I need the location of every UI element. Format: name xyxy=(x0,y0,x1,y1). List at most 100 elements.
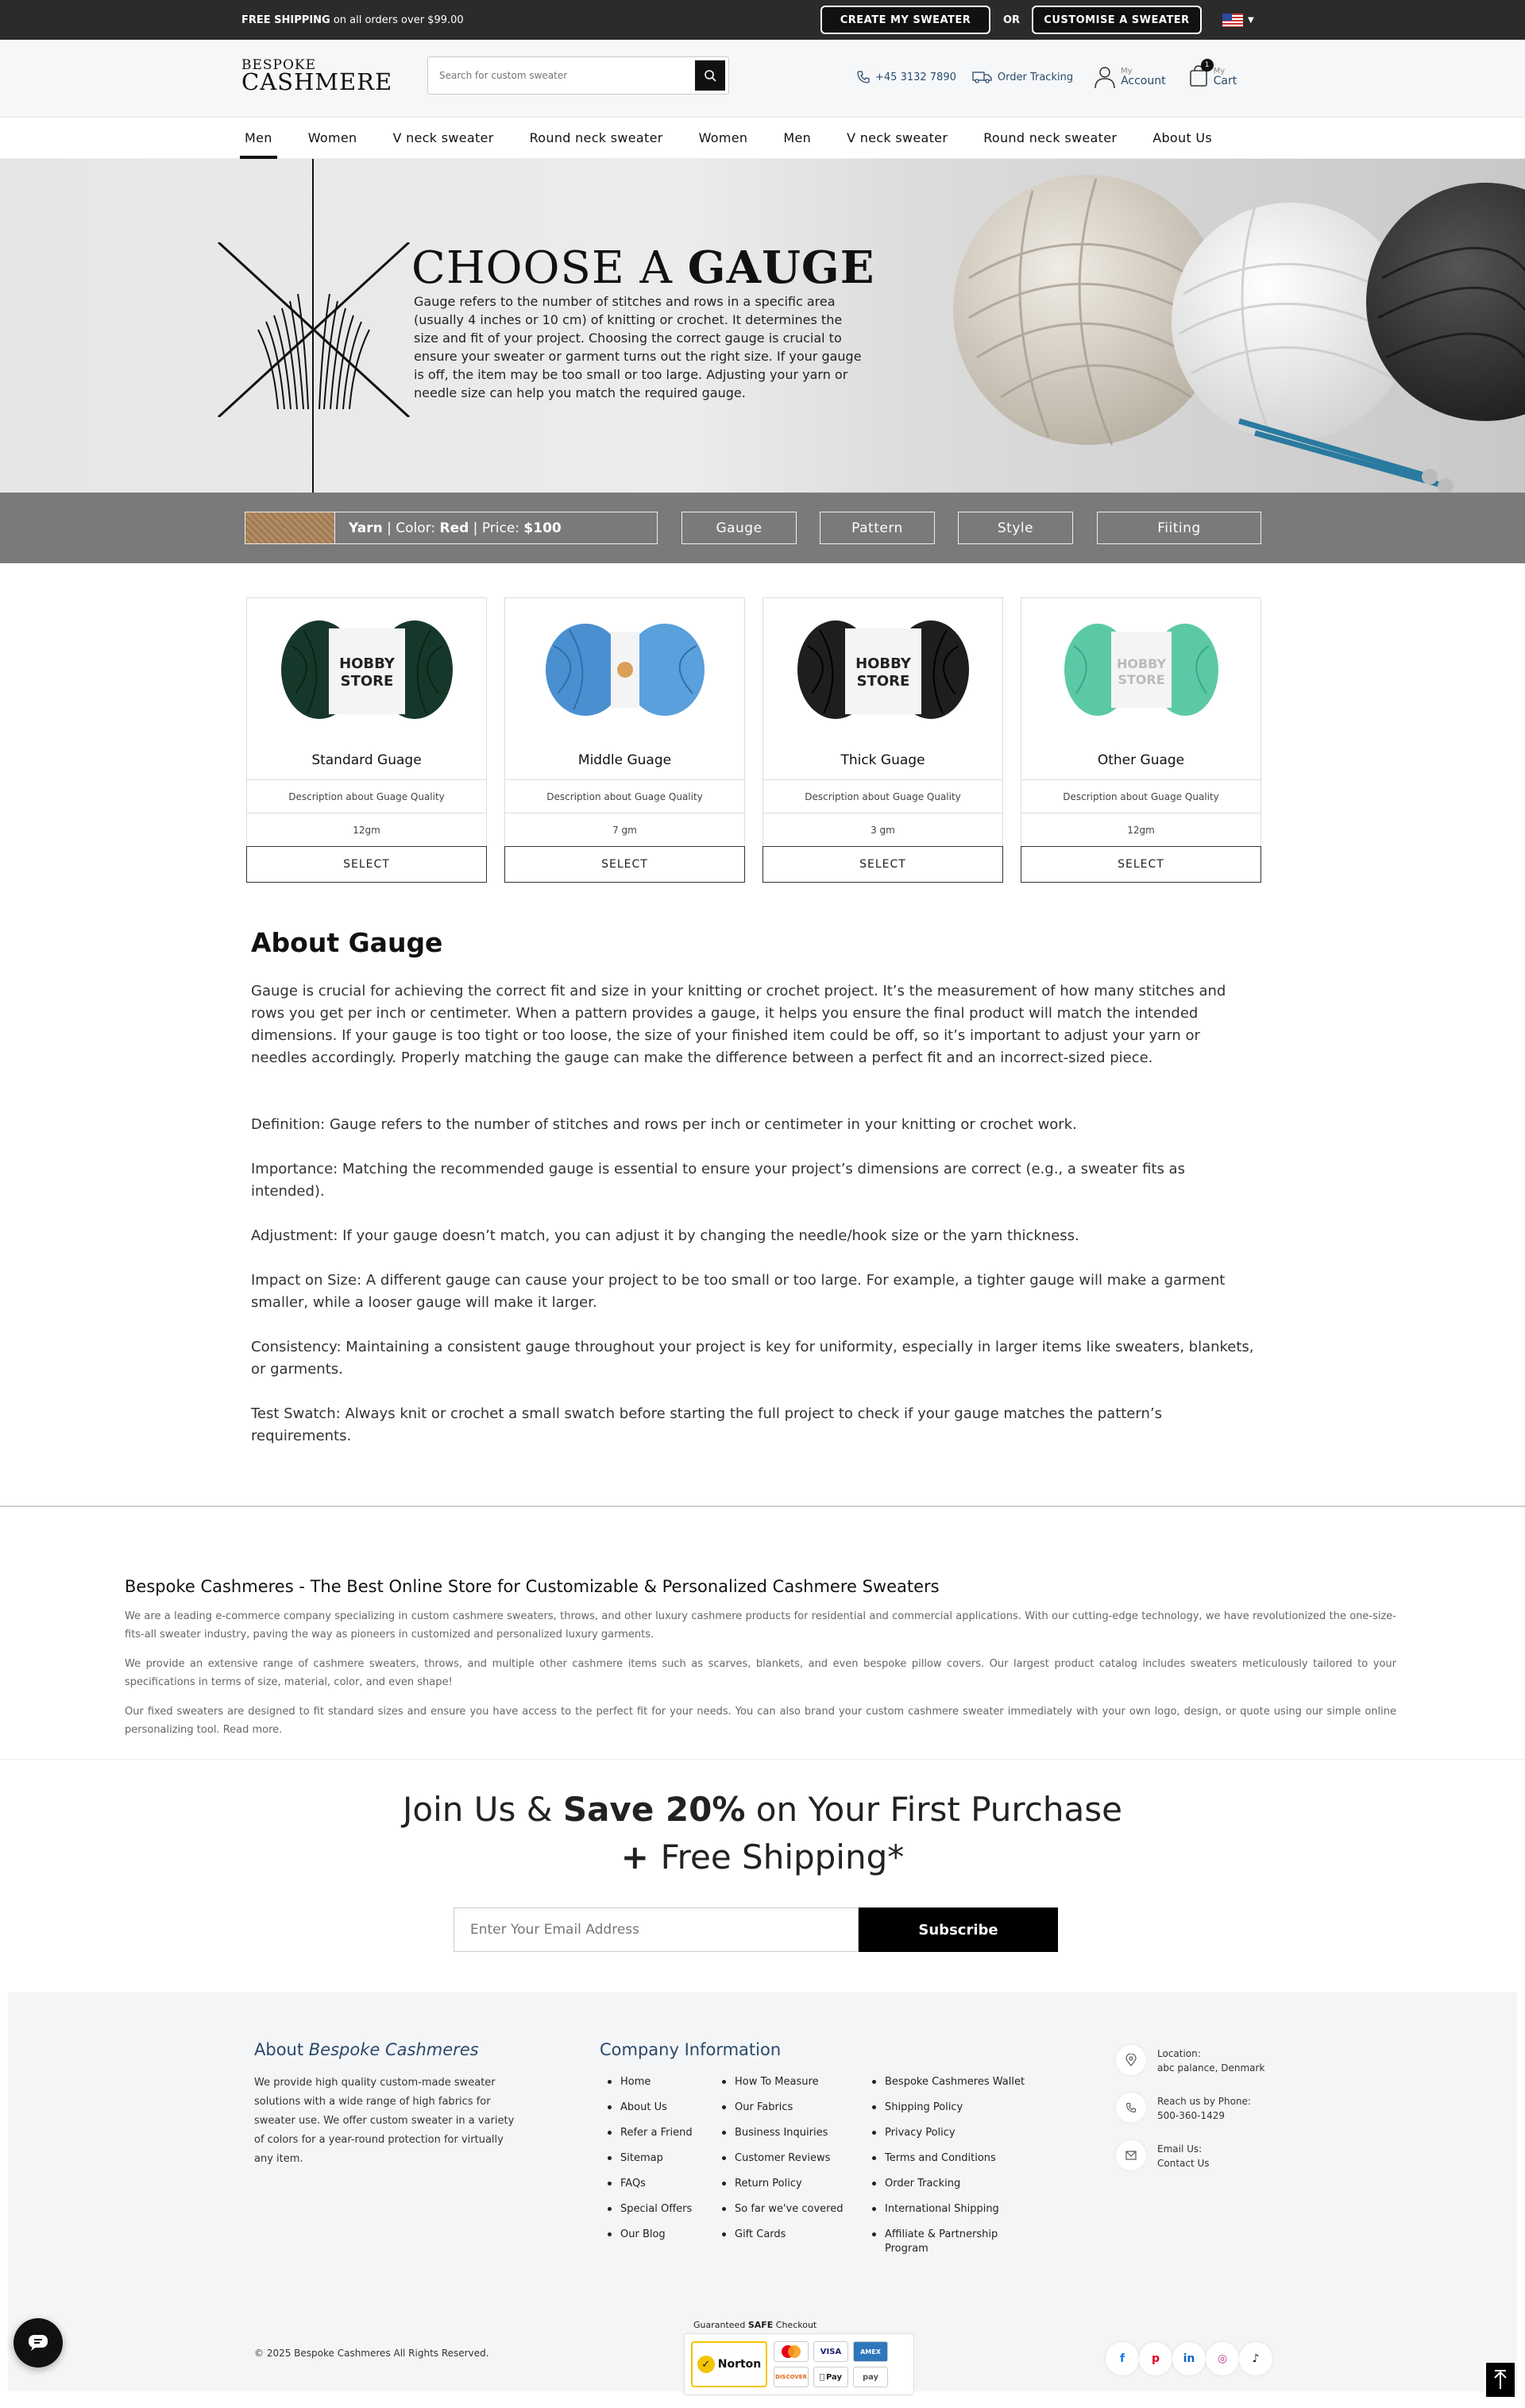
select-button[interactable]: SELECT xyxy=(762,846,1003,883)
select-button[interactable]: SELECT xyxy=(504,846,745,883)
yarn-product-image: HOBBY STORE xyxy=(763,598,1002,741)
style-option-button[interactable]: Style xyxy=(958,512,1073,544)
discover-icon: DISCOVER xyxy=(774,2367,809,2387)
product-weight: 3 gm xyxy=(763,813,1002,846)
search-bar xyxy=(427,56,729,95)
contact-info: Location: abc palance, Denmark Reach us b… xyxy=(1116,2045,1264,2188)
footer-about-text: We provide high quality custom-made swea… xyxy=(254,2077,515,2165)
newsletter-form: Subscribe xyxy=(454,1907,1058,1952)
facebook-icon[interactable]: f xyxy=(1106,2342,1139,2375)
product-card: HOBBY STORE Thick Guage Description abou… xyxy=(762,597,1003,883)
contact-us-link[interactable]: Contact Us xyxy=(1157,2156,1210,2170)
chat-icon xyxy=(29,2335,48,2351)
pinterest-icon[interactable]: p xyxy=(1139,2342,1172,2375)
footer-link-offers[interactable]: Special Offers xyxy=(608,2202,693,2228)
location-label: Location: xyxy=(1157,2048,1201,2059)
footer-link-shipping[interactable]: Shipping Policy xyxy=(872,2101,1031,2126)
nav-item-women-2[interactable]: Women xyxy=(699,118,748,159)
contact-email: Email Us: Contact Us xyxy=(1116,2140,1264,2170)
footer-links-col-2: How To Measure Our Fabrics Business Inqu… xyxy=(722,2075,844,2253)
email-field[interactable] xyxy=(454,1907,859,1952)
nav-item-v-neck-2[interactable]: V neck sweater xyxy=(847,118,948,159)
product-weight: 7 gm xyxy=(505,813,744,846)
nav-item-men[interactable]: Men xyxy=(240,118,277,159)
payment-cards: VISA AMEX DISCOVER Pay pay xyxy=(774,2341,888,2387)
hero-description: Gauge refers to the number of stitches a… xyxy=(414,294,862,400)
fitting-option-button[interactable]: Fiiting xyxy=(1097,512,1261,544)
footer-link-privacy[interactable]: Privacy Policy xyxy=(872,2126,1031,2151)
customise-sweater-button[interactable]: CUSTOMISE A SWEATER xyxy=(1032,6,1202,34)
product-title: Standard Guage xyxy=(311,752,422,768)
hero-title: CHOOSE A GAUGE xyxy=(411,242,875,294)
nav-item-about-us[interactable]: About Us xyxy=(1152,118,1212,159)
account-link[interactable]: My Account xyxy=(1094,65,1166,89)
phone-number: +45 3132 7890 xyxy=(875,71,956,83)
chevron-down-icon: ▼ xyxy=(1248,15,1254,25)
company-info-title: Company Information xyxy=(600,2040,782,2059)
footer-link-blog[interactable]: Our Blog xyxy=(608,2228,693,2253)
linkedin-icon[interactable]: in xyxy=(1172,2342,1206,2375)
product-description: Description about Guage Quality xyxy=(1021,779,1261,813)
phone-link[interactable]: +45 3132 7890 xyxy=(856,70,956,84)
footer-link-fabrics[interactable]: Our Fabrics xyxy=(722,2101,844,2126)
scroll-to-top-button[interactable] xyxy=(1484,2361,1516,2398)
nav-item-women[interactable]: Women xyxy=(308,118,357,159)
footer-link-about[interactable]: About Us xyxy=(608,2101,693,2126)
gauge-fact: Adjustment: If your gauge doesn’t match,… xyxy=(251,1227,1079,1244)
footer-link-affiliate[interactable]: Affiliate & Partnership Program xyxy=(872,2228,1031,2256)
product-title: Middle Guage xyxy=(577,752,672,768)
gauge-option-button[interactable]: Gauge xyxy=(681,512,797,544)
phone-icon xyxy=(1116,2093,1146,2123)
svg-text:HOBBY: HOBBY xyxy=(339,655,396,672)
footer-links-col-3: Bespoke Cashmeres Wallet Shipping Policy… xyxy=(872,2075,1031,2256)
product-card: HOBBY STORE Other Guage Description abou… xyxy=(1021,597,1261,883)
yarn-summary: Yarn | Color: Red | Price: $100 xyxy=(349,520,562,536)
chat-widget-button[interactable] xyxy=(14,2318,63,2367)
create-my-sweater-button[interactable]: CREATE MY SWEATER xyxy=(820,6,990,34)
product-card: Middle Guage Description about Guage Qua… xyxy=(504,597,745,883)
footer-link-return[interactable]: Return Policy xyxy=(722,2177,844,2202)
product-weight: 12gm xyxy=(247,813,486,846)
footer-link-sitemap[interactable]: Sitemap xyxy=(608,2151,693,2177)
footer-link-gift-cards[interactable]: Gift Cards xyxy=(722,2228,844,2253)
yarn-product-image xyxy=(505,598,744,741)
order-tracking-link[interactable]: Order Tracking xyxy=(972,70,1073,84)
pattern-option-button[interactable]: Pattern xyxy=(820,512,935,544)
yarn-option[interactable]: Yarn | Color: Red | Price: $100 xyxy=(245,512,658,544)
footer-link-wallet[interactable]: Bespoke Cashmeres Wallet xyxy=(872,2075,1031,2101)
instagram-icon[interactable]: ◎ xyxy=(1206,2342,1239,2375)
visa-icon: VISA xyxy=(813,2341,848,2362)
footer-link-home[interactable]: Home xyxy=(608,2075,693,2101)
search-button[interactable] xyxy=(695,60,725,91)
gauge-fact: Test Swatch: Always knit or crochet a sm… xyxy=(251,1405,1162,1444)
footer-link-covered[interactable]: So far we've covered xyxy=(722,2202,844,2228)
footer-link-refer[interactable]: Refer a Friend xyxy=(608,2126,693,2151)
nav-item-round-neck-2[interactable]: Round neck sweater xyxy=(983,118,1117,159)
search-input[interactable] xyxy=(439,70,695,81)
nav-item-men-2[interactable]: Men xyxy=(783,118,811,159)
footer-link-faqs[interactable]: FAQs xyxy=(608,2177,693,2202)
footer-link-measure[interactable]: How To Measure xyxy=(722,2075,844,2101)
about-gauge-section: About Gauge Gauge is crucial for achievi… xyxy=(0,903,1525,1505)
about-gauge-intro: Gauge is crucial for achieving the corre… xyxy=(251,983,1226,1066)
logo[interactable]: BESPOKE CASHMERE xyxy=(241,59,392,94)
nav-item-v-neck[interactable]: V neck sweater xyxy=(392,118,493,159)
location-pin-icon xyxy=(1116,2045,1146,2075)
nav-item-round-neck[interactable]: Round neck sweater xyxy=(530,118,663,159)
cart-link[interactable]: 1 My Cart xyxy=(1188,59,1237,91)
footer-link-reviews[interactable]: Customer Reviews xyxy=(722,2151,844,2177)
product-description: Description about Guage Quality xyxy=(505,779,744,813)
footer-link-tracking[interactable]: Order Tracking xyxy=(872,2177,1031,2202)
phone-value[interactable]: 500-360-1429 xyxy=(1157,2108,1251,2123)
country-selector[interactable]: ▼ xyxy=(1222,13,1254,27)
footer-link-international[interactable]: International Shipping xyxy=(872,2202,1031,2228)
select-button[interactable]: SELECT xyxy=(246,846,487,883)
us-flag-icon xyxy=(1222,13,1243,27)
mail-icon xyxy=(1116,2140,1146,2170)
footer-link-business[interactable]: Business Inquiries xyxy=(722,2126,844,2151)
select-button[interactable]: SELECT xyxy=(1021,846,1261,883)
tiktok-icon[interactable]: ♪ xyxy=(1239,2342,1272,2375)
yarn-skein-icon: HOBBY STORE xyxy=(280,620,453,719)
footer-link-terms[interactable]: Terms and Conditions xyxy=(872,2151,1031,2177)
subscribe-button[interactable]: Subscribe xyxy=(859,1907,1058,1952)
